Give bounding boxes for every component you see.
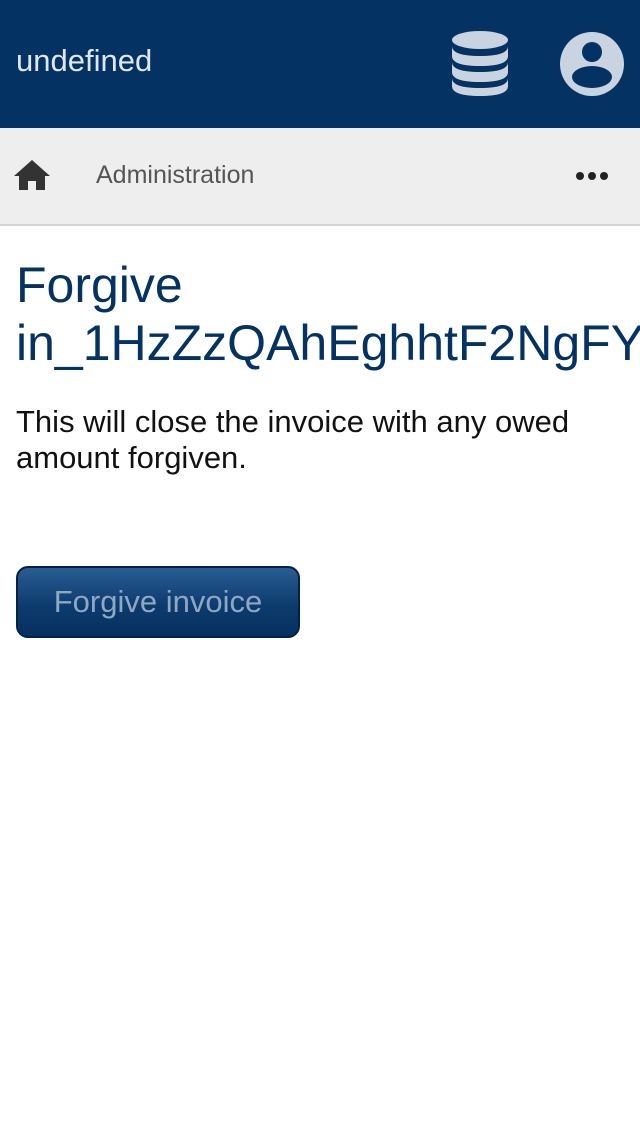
forgive-invoice-button[interactable]: Forgive invoice — [16, 566, 300, 638]
navbar: Administration — [0, 128, 640, 226]
home-icon[interactable] — [12, 156, 52, 196]
account-circle-icon[interactable] — [558, 30, 626, 98]
main-content: Forgive in_1HzZzQAhEghhtF2NgFY This will… — [0, 226, 640, 1136]
nav-administration-link[interactable]: Administration — [96, 158, 254, 192]
more-horizontal-icon[interactable] — [572, 166, 612, 186]
app-header: undefined — [0, 0, 640, 128]
page-title-line-1: Forgive — [16, 257, 183, 313]
description-text: This will close the invoice with any owe… — [16, 404, 570, 475]
page-title-line-2: in_1HzZzQAhEghhtF2NgFY — [16, 315, 640, 371]
database-icon[interactable] — [448, 30, 512, 98]
app-title: undefined — [16, 43, 153, 78]
page-title: Forgive in_1HzZzQAhEghhtF2NgFY — [16, 256, 640, 372]
